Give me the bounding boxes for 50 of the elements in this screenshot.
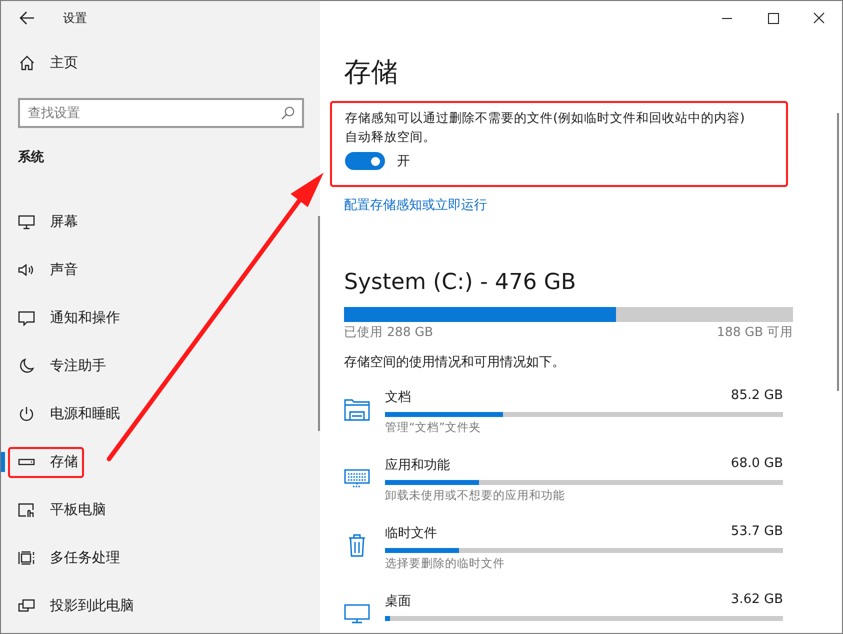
scrollbar[interactable]: [837, 113, 839, 391]
home-nav-item[interactable]: 主页: [1, 40, 320, 86]
used-space-label: 已使用 288 GB: [344, 324, 434, 341]
storage-category[interactable]: 文档 85.2 GB 管理“文档”文件夹: [344, 388, 842, 439]
section-heading: 系统: [18, 148, 45, 166]
windows-icon: [18, 550, 35, 566]
category-name: 文档: [385, 389, 411, 406]
summary-text: 存储空间的使用情况和可用情况如下。: [344, 354, 566, 371]
scrollbar[interactable]: [318, 216, 320, 431]
search-field[interactable]: 查找设置: [18, 98, 304, 128]
page-title: 存储: [344, 56, 399, 90]
moon-icon: [18, 358, 35, 374]
home-icon: [19, 55, 35, 71]
monitor-icon: [18, 214, 35, 230]
sidebar-item[interactable]: 通知和操作: [1, 294, 320, 342]
sidebar-item[interactable]: 存储: [1, 438, 320, 486]
sidebar-item[interactable]: 多任务处理: [1, 534, 320, 582]
power-icon: [18, 406, 35, 422]
category-description: 卸载未使用或不想要的应用和功能: [385, 488, 566, 503]
storage-category[interactable]: 桌面 3.62 GB: [344, 592, 842, 633]
sidebar-item[interactable]: 电源和睡眠: [1, 390, 320, 438]
drive-title: System (C:) - 476 GB: [344, 269, 578, 297]
sidebar-item[interactable]: 投影到此电脑: [1, 582, 320, 630]
configure-link[interactable]: 配置存储感知或立即运行: [344, 196, 487, 214]
free-space-label: 188 GB 可用: [716, 324, 793, 341]
back-arrow-icon[interactable]: [19, 11, 35, 25]
sidebar-item[interactable]: 专注助手: [1, 342, 320, 390]
tablet-icon: [18, 502, 35, 518]
window-title: 设置: [63, 10, 87, 26]
storage-category[interactable]: 应用和功能 68.0 GB 卸载未使用或不想要的应用和功能: [344, 456, 842, 507]
toggle-label: 开: [397, 153, 410, 170]
sidebar-item[interactable]: 声音: [1, 246, 320, 294]
category-size: 53.7 GB: [730, 524, 783, 541]
category-name: 桌面: [385, 593, 411, 610]
storage-category[interactable]: 临时文件 53.7 GB 选择要删除的临时文件: [344, 524, 842, 575]
category-description: 管理“文档”文件夹: [385, 420, 482, 435]
message-icon: [18, 310, 35, 326]
sidebar-item[interactable]: 平板电脑: [1, 486, 320, 534]
projector-icon: [18, 598, 35, 614]
category-description: 选择要删除的临时文件: [385, 556, 506, 571]
toggle-switch[interactable]: [345, 152, 385, 170]
sidebar-item[interactable]: 屏幕: [1, 198, 320, 246]
category-size: 85.2 GB: [730, 388, 783, 405]
speaker-icon: [18, 262, 35, 278]
category-name: 临时文件: [385, 525, 437, 542]
category-name: 应用和功能: [385, 457, 450, 474]
category-size: 3.62 GB: [730, 592, 783, 609]
search-icon: [281, 106, 295, 120]
storage-sense-description: 存储感知可以通过删除不需要的文件(例如临时文件和回收站中的内容)自动释放空间。: [345, 109, 746, 146]
category-size: 68.0 GB: [730, 456, 783, 473]
